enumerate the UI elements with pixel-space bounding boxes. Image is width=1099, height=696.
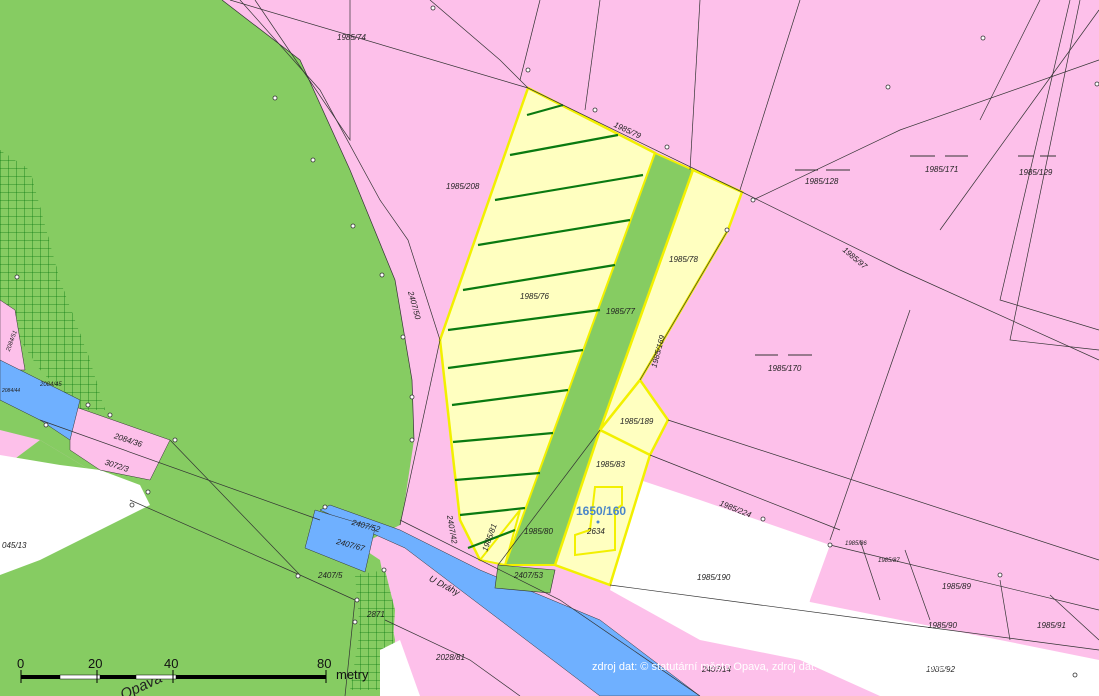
label-1985-74: 1985/74 bbox=[337, 33, 366, 42]
label-1985-80: 1985/80 bbox=[524, 527, 553, 536]
label-2084-45: 2084/45 bbox=[39, 382, 62, 388]
label-2407-53: 2407/53 bbox=[513, 571, 543, 580]
scale-tick-80: 80 bbox=[317, 656, 331, 671]
label-1985-87: 1985/87 bbox=[878, 558, 900, 564]
label-1985-91: 1985/91 bbox=[1037, 621, 1066, 630]
label-1985-77: 1985/77 bbox=[606, 307, 635, 316]
cadastral-map[interactable]: 1985/74 1985/208 2407/50 1985/79 1985/76… bbox=[0, 0, 1099, 696]
label-1985-170: 1985/170 bbox=[768, 364, 802, 373]
label-1985-83: 1985/83 bbox=[596, 460, 625, 469]
label-1985-86: 1985/86 bbox=[845, 541, 867, 547]
label-1985-89: 1985/89 bbox=[942, 582, 971, 591]
scale-unit: metry bbox=[336, 667, 369, 682]
label-045-13: 045/13 bbox=[2, 541, 27, 550]
label-1985-128: 1985/128 bbox=[805, 177, 839, 186]
label-1985-208: 1985/208 bbox=[446, 182, 480, 191]
scale-tick-40: 40 bbox=[164, 656, 178, 671]
label-2084-44: 2084/44 bbox=[1, 388, 20, 394]
scale-tick-20: 20 bbox=[88, 656, 102, 671]
label-1985-90: 1985/90 bbox=[928, 621, 957, 630]
label-2634: 2634 bbox=[586, 527, 605, 536]
label-1985-78: 1985/78 bbox=[669, 255, 698, 264]
label-1985-171: 1985/171 bbox=[925, 165, 958, 174]
label-2871: 2871 bbox=[366, 610, 385, 619]
copyright-notice: zdroj dat: © statutární město Opava, zdr… bbox=[592, 661, 1084, 673]
scale-tick-0: 0 bbox=[17, 656, 24, 671]
label-1985-76: 1985/76 bbox=[520, 292, 549, 301]
label-1650-160: 1650/160 bbox=[576, 504, 626, 518]
label-1985-129: 1985/129 bbox=[1019, 168, 1053, 177]
label-1985-189: 1985/189 bbox=[620, 417, 654, 426]
label-2028-81: 2028/81 bbox=[435, 653, 465, 662]
label-2407-5: 2407/5 bbox=[317, 571, 343, 580]
label-1985-190: 1985/190 bbox=[697, 573, 731, 582]
point-marker bbox=[596, 520, 600, 524]
